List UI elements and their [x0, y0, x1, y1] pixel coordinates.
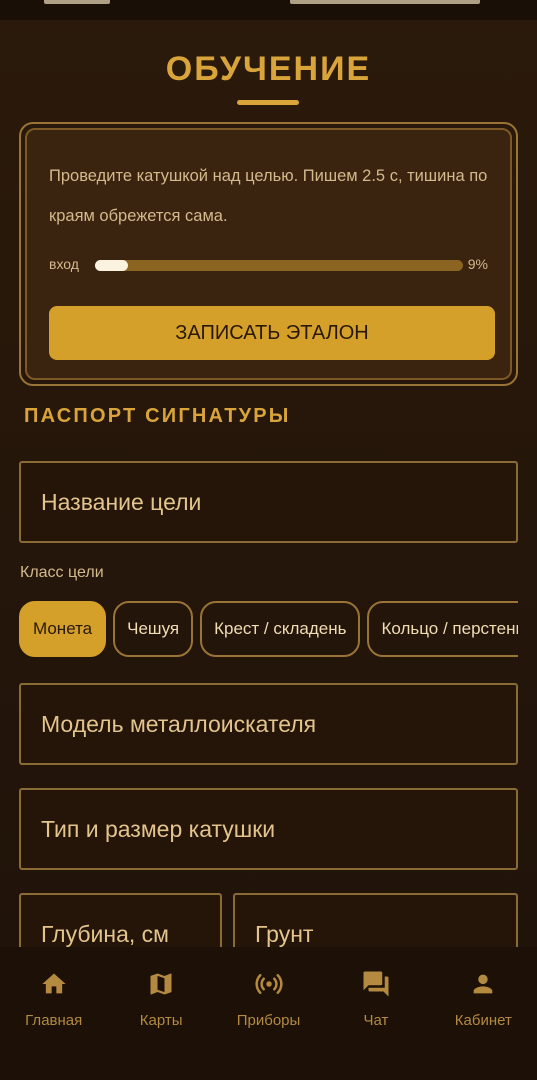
detector-model-field[interactable] — [19, 683, 518, 765]
nav-devices[interactable]: Приборы — [215, 947, 322, 1039]
target-class-chips: Монета Чешуя Крест / складень Кольцо / перс… — [19, 601, 518, 658]
home-icon — [39, 969, 69, 999]
target-name-field[interactable] — [19, 461, 518, 543]
person-icon — [468, 969, 498, 999]
chip-cross[interactable]: Крест / складень — [200, 601, 361, 657]
status-bar — [0, 0, 537, 20]
nav-chat[interactable]: Чат — [322, 947, 429, 1039]
input-level-label: вход — [49, 256, 79, 272]
nav-maps-label: Карты — [139, 1012, 183, 1029]
calibration-card: Проведите катушкой над целью. Пишем 2.5 … — [19, 122, 518, 386]
passport-heading: ПАСПОРТ СИГНАТУРЫ — [24, 405, 291, 427]
coil-field[interactable] — [19, 788, 518, 870]
map-icon — [146, 969, 176, 999]
bottom-navigation: Главная Карты Приборы Чат Кабинет — [0, 947, 537, 1039]
coil-input[interactable] — [21, 790, 516, 868]
status-icons — [290, 0, 480, 4]
input-level-fill — [95, 260, 129, 271]
calibration-card-inner: Проведите катушкой над целью. Пишем 2.5 … — [25, 128, 512, 380]
chip-ring[interactable]: Кольцо / перстень — [367, 601, 518, 657]
nav-chat-label: Чат — [363, 1012, 389, 1029]
page-title: ОБУЧЕНИЕ — [165, 50, 372, 88]
input-level-bar — [95, 260, 463, 271]
calibration-instruction: Проведите катушкой над целью. Пишем 2.5 … — [49, 167, 488, 225]
chat-icon — [361, 969, 391, 999]
title-underline — [237, 100, 299, 105]
target-class-label: Класс цели — [20, 564, 104, 581]
target-name-input[interactable] — [21, 463, 516, 541]
detector-model-input[interactable] — [21, 685, 516, 763]
chip-coin[interactable]: Монета — [19, 601, 107, 657]
radar-icon — [254, 969, 284, 999]
record-reference-button[interactable]: ЗАПИСАТЬ ЭТАЛОН — [49, 306, 495, 360]
nav-profile[interactable]: Кабинет — [430, 947, 537, 1039]
input-level-value: 9% — [467, 256, 488, 272]
nav-maps[interactable]: Карты — [107, 947, 214, 1039]
nav-home[interactable]: Главная — [0, 947, 107, 1039]
nav-home-label: Главная — [25, 1012, 83, 1029]
chip-scale[interactable]: Чешуя — [113, 601, 194, 657]
app-screen: ОБУЧЕНИЕ Проведите катушкой над целью. П… — [0, 0, 537, 1080]
nav-profile-label: Кабинет — [454, 1012, 512, 1029]
status-time — [44, 0, 110, 4]
system-navigation-bar — [0, 1039, 537, 1080]
nav-devices-label: Приборы — [236, 1012, 301, 1029]
